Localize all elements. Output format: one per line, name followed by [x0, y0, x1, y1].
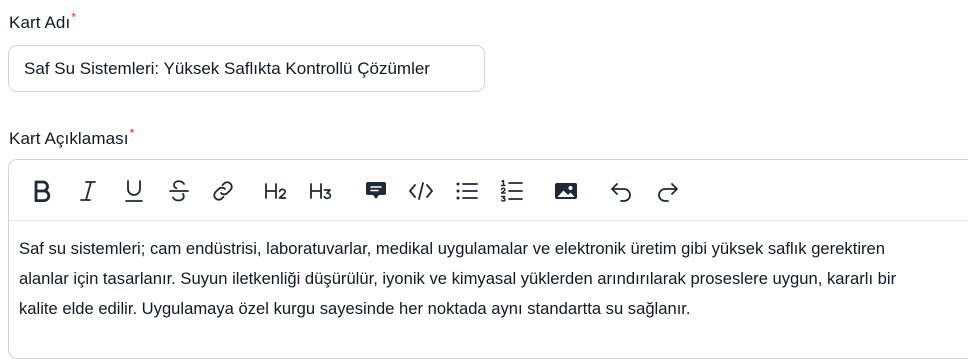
editor-paragraph: Saf su sistemleri; cam endüstrisi, labor… — [19, 239, 897, 318]
editor-toolbar — [9, 160, 968, 221]
comment-icon — [366, 182, 386, 199]
code-button[interactable] — [408, 176, 434, 206]
ordered-list-icon — [500, 179, 523, 202]
bold-icon — [34, 180, 51, 202]
heading-2-icon — [265, 183, 287, 199]
required-asterisk: * — [129, 126, 135, 140]
italic-icon — [80, 181, 96, 201]
ordered-list-button[interactable] — [499, 176, 525, 206]
underline-button[interactable] — [121, 176, 147, 206]
strikethrough-button[interactable] — [166, 176, 192, 206]
undo-button[interactable] — [609, 176, 635, 206]
underline-icon — [125, 180, 143, 202]
code-icon — [409, 182, 433, 200]
image-button[interactable] — [553, 176, 579, 206]
bullet-list-button[interactable] — [454, 176, 480, 206]
italic-button[interactable] — [75, 176, 101, 206]
bold-button[interactable] — [29, 176, 55, 206]
required-asterisk: * — [71, 10, 77, 24]
strikethrough-icon — [169, 180, 189, 202]
card-description-label-text: Kart Açıklaması — [9, 129, 129, 148]
editor-content[interactable]: Saf su sistemleri; cam endüstrisi, labor… — [9, 221, 939, 324]
comment-button[interactable] — [363, 176, 389, 206]
card-title-label: Kart Adı* — [9, 10, 76, 33]
card-description-label: Kart Açıklaması* — [9, 126, 134, 149]
card-title-input[interactable] — [8, 45, 485, 92]
heading-3-button[interactable] — [309, 176, 335, 206]
card-title-label-text: Kart Adı — [9, 13, 71, 32]
heading-2-button[interactable] — [264, 176, 290, 206]
link-button[interactable] — [210, 176, 236, 206]
redo-icon — [658, 183, 678, 202]
image-icon — [555, 183, 577, 199]
undo-icon — [611, 183, 631, 202]
link-icon — [213, 181, 233, 201]
redo-button[interactable] — [654, 176, 680, 206]
rich-text-editor: Saf su sistemleri; cam endüstrisi, labor… — [8, 159, 968, 359]
bullet-list-icon — [456, 182, 478, 200]
heading-3-icon — [310, 183, 332, 200]
